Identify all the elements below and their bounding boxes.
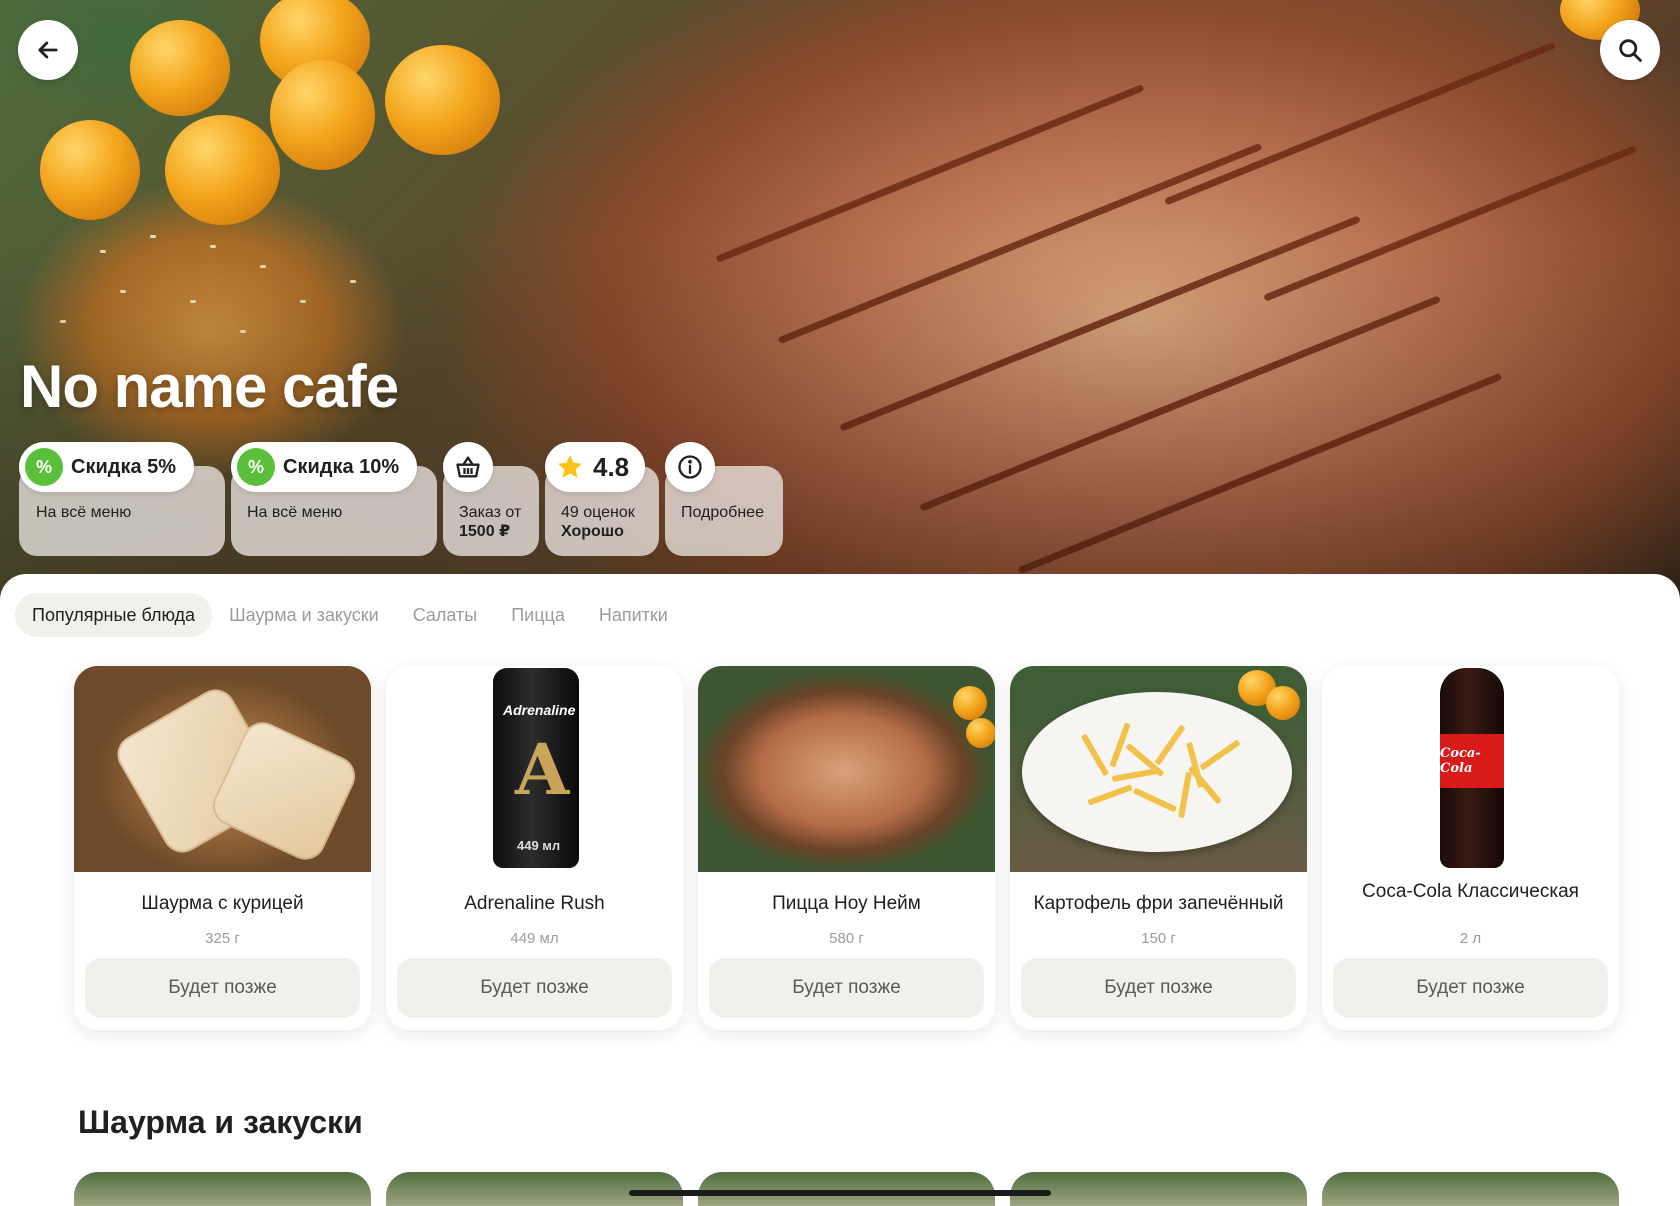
- product-name: Пицца Ноу Нейм: [772, 893, 921, 914]
- info-icon-wrap: [665, 442, 715, 492]
- tab-pizza[interactable]: Пицца: [494, 593, 582, 637]
- fry: [1187, 765, 1223, 805]
- info-label: Подробнее: [681, 504, 764, 521]
- discount-5-pill[interactable]: % Скидка 5%: [19, 442, 195, 492]
- rating-label: Хорошо: [561, 523, 624, 540]
- product-image: Adrenaline A 449 мл: [386, 666, 683, 872]
- rating-count: 49 оценок: [561, 504, 635, 521]
- fry: [1154, 724, 1186, 766]
- tab-salads[interactable]: Салаты: [396, 593, 495, 637]
- discount-5-sub: На всё меню: [36, 504, 132, 521]
- percent-icon: %: [25, 448, 63, 486]
- min-order-line2: 1500 ₽: [459, 523, 511, 540]
- search-button[interactable]: [1600, 20, 1660, 80]
- fry: [1199, 739, 1241, 771]
- rating-pill[interactable]: 4.8: [545, 442, 646, 492]
- tab-drinks[interactable]: Напитки: [582, 593, 685, 637]
- product-card[interactable]: [1322, 1172, 1619, 1206]
- product-card[interactable]: [386, 1172, 683, 1206]
- cafe-title: No name cafe: [20, 353, 399, 420]
- fries-plate: [1022, 692, 1292, 852]
- home-indicator: [629, 1190, 1051, 1196]
- search-icon: [1619, 39, 1642, 62]
- product-card[interactable]: [1010, 1172, 1307, 1206]
- popular-list: Шаурма с курицей 325 г Будет позже Adren…: [74, 666, 1619, 1030]
- fry: [1178, 771, 1192, 819]
- product-name: Шаурма с курицей: [141, 893, 304, 914]
- product-image: [74, 666, 371, 872]
- tab-shawarma[interactable]: Шаурма и закуски: [212, 593, 396, 637]
- product-weight: 580 г: [829, 930, 864, 947]
- back-button[interactable]: [18, 20, 78, 80]
- later-button[interactable]: Будет позже: [709, 958, 984, 1018]
- later-button[interactable]: Будет позже: [85, 958, 360, 1018]
- product-image: [1010, 666, 1307, 872]
- product-image: [698, 666, 995, 872]
- product-card[interactable]: Adrenaline A 449 мл Adrenaline Rush 449 …: [386, 666, 683, 1030]
- star-icon: [558, 455, 582, 478]
- product-weight: 150 г: [1141, 930, 1176, 947]
- can-logo: A: [515, 728, 570, 811]
- min-order-text: Заказ от 1500 ₽: [459, 503, 521, 541]
- arrow-left-icon: [38, 41, 58, 59]
- product-card[interactable]: Картофель фри запечённый 150 г Будет поз…: [1010, 666, 1307, 1030]
- product-weight: 325 г: [205, 930, 240, 947]
- fry: [1111, 768, 1159, 782]
- fry: [1087, 784, 1133, 806]
- min-order-icon-wrap: [443, 442, 493, 492]
- fry: [1132, 787, 1178, 813]
- min-order-line1: Заказ от: [459, 504, 522, 521]
- discount-10-pill[interactable]: % Скидка 10%: [231, 442, 418, 492]
- section-title: Шаурма и закуски: [78, 1104, 363, 1140]
- product-name: Adrenaline Rush: [464, 893, 605, 914]
- shawarma-list: [74, 1172, 1619, 1206]
- cola-bottle: Coca-Cola: [1440, 668, 1504, 868]
- rating-text: 49 оценок Хорошо: [561, 503, 635, 541]
- energy-can: Adrenaline A 449 мл: [493, 668, 579, 868]
- discount-5-label: Скидка 5%: [71, 455, 177, 478]
- bottle-label: Coca-Cola: [1440, 734, 1504, 788]
- percent-icon: %: [237, 448, 275, 486]
- fry: [1080, 733, 1110, 777]
- product-card[interactable]: Шаурма с курицей 325 г Будет позже: [74, 666, 371, 1030]
- discount-10-sub: На всё меню: [247, 504, 343, 521]
- product-weight: 2 л: [1459, 930, 1482, 947]
- rating-value: 4.8: [593, 451, 630, 482]
- later-button[interactable]: Будет позже: [397, 958, 672, 1018]
- basket-icon: [456, 456, 480, 478]
- decor-tomato: [1266, 686, 1300, 720]
- can-volume: 449 мл: [517, 838, 561, 853]
- product-name: Картофель фри запечённый: [1033, 893, 1284, 914]
- product-card[interactable]: Пицца Ноу Нейм 580 г Будет позже: [698, 666, 995, 1030]
- later-button[interactable]: Будет позже: [1021, 958, 1296, 1018]
- info-icon: [678, 455, 702, 479]
- product-weight: 449 мл: [510, 930, 559, 947]
- product-card[interactable]: [698, 1172, 995, 1206]
- category-tabs: Популярные блюда Шаурма и закуски Салаты…: [15, 593, 685, 637]
- product-name: Coca-Cola Классическая: [1362, 881, 1579, 902]
- can-brand: Adrenaline: [503, 702, 576, 718]
- discount-10-label: Скидка 10%: [283, 455, 400, 478]
- tab-popular[interactable]: Популярные блюда: [15, 593, 213, 637]
- product-image: Coca-Cola: [1322, 666, 1619, 872]
- product-card[interactable]: [74, 1172, 371, 1206]
- decor-tomato: [953, 686, 987, 720]
- later-button[interactable]: Будет позже: [1333, 958, 1608, 1018]
- decor-tomato: [966, 718, 995, 748]
- product-card[interactable]: Coca-Cola Coca-Cola Классическая 2 л Буд…: [1322, 666, 1619, 1030]
